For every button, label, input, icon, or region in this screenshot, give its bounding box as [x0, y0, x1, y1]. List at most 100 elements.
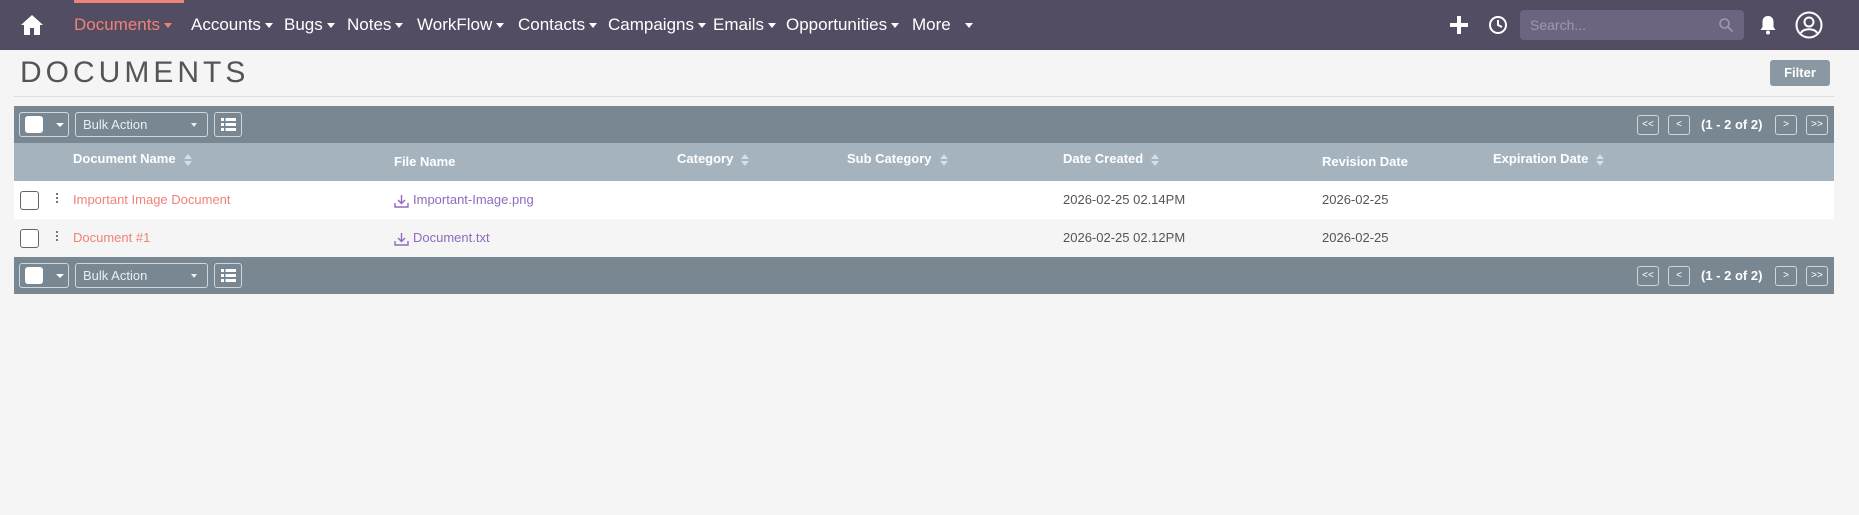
chevron-down-icon [191, 274, 197, 278]
chevron-down-icon [891, 23, 900, 29]
column-label: Document Name [73, 151, 176, 166]
history-icon[interactable] [1486, 13, 1510, 37]
date-created-cell: 2026-02-25 02.14PM [1063, 192, 1186, 207]
list-icon [221, 118, 236, 131]
filter-button[interactable]: Filter [1770, 60, 1830, 86]
search-box[interactable] [1520, 10, 1744, 40]
search-icon[interactable] [1718, 17, 1734, 33]
top-action-bar: Bulk Action << < (1 - 2 of 2) > >> [14, 106, 1834, 143]
list-icon [221, 269, 236, 282]
sort-icon[interactable] [183, 153, 192, 167]
download-icon [394, 194, 409, 208]
chevron-down-icon [589, 23, 598, 29]
last-page-button[interactable]: >> [1806, 266, 1828, 286]
nav-more[interactable]: More [912, 0, 973, 50]
column-chooser-button[interactable] [214, 112, 242, 137]
nav-notes[interactable]: Notes [347, 0, 404, 50]
chevron-down-icon [163, 23, 172, 29]
row-checkbox[interactable] [20, 191, 39, 210]
nav-accounts[interactable]: Accounts [191, 0, 273, 50]
nav-bugs[interactable]: Bugs [284, 0, 335, 50]
select-all-dropdown[interactable] [19, 263, 69, 288]
date-created-cell: 2026-02-25 02.12PM [1063, 230, 1186, 245]
search-input[interactable] [1530, 10, 1710, 40]
file-name: Document.txt [413, 230, 490, 245]
nav-emails[interactable]: Emails [713, 0, 777, 50]
nav-contacts[interactable]: Contacts [518, 0, 598, 50]
bulk-action-dropdown[interactable]: Bulk Action [75, 263, 208, 288]
column-header-sub-category[interactable]: Sub Category [847, 140, 948, 178]
user-avatar-icon[interactable] [1795, 11, 1823, 39]
chevron-down-icon [964, 23, 973, 29]
home-icon[interactable] [20, 14, 44, 36]
file-name: Important-Image.png [413, 192, 534, 207]
sort-icon[interactable] [1151, 153, 1160, 167]
next-page-button[interactable]: > [1775, 115, 1797, 135]
chevron-down-icon [698, 23, 706, 29]
nav-workflow[interactable]: WorkFlow [417, 0, 505, 50]
first-page-button[interactable]: << [1637, 266, 1659, 286]
top-navbar: Documents Accounts Bugs Notes WorkFlow C… [0, 0, 1859, 50]
row-actions-icon[interactable] [55, 193, 59, 207]
nav-contacts-label: Contacts [518, 15, 586, 34]
select-all-checkbox[interactable] [25, 267, 43, 284]
next-page-button[interactable]: > [1775, 266, 1797, 286]
pagination-count: (1 - 2 of 2) [1701, 117, 1763, 132]
column-chooser-button[interactable] [214, 263, 242, 288]
column-header-revision-date: Revision Date [1322, 143, 1408, 181]
row-checkbox[interactable] [20, 229, 39, 248]
chevron-down-icon [326, 23, 335, 29]
table-row: Important Image Document Important-Image… [14, 181, 1834, 219]
file-download-link[interactable]: Document.txt [394, 219, 490, 257]
select-all-checkbox[interactable] [25, 116, 43, 133]
column-header-expiration-date[interactable]: Expiration Date [1493, 140, 1605, 178]
document-name-link[interactable]: Important Image Document [73, 181, 231, 219]
nav-notes-label: Notes [347, 15, 392, 34]
sort-icon[interactable] [741, 153, 750, 167]
chevron-down-icon [395, 23, 404, 29]
chevron-down-icon [191, 123, 197, 127]
chevron-down-icon[interactable] [56, 274, 64, 278]
last-page-button[interactable]: >> [1806, 115, 1828, 135]
bulk-action-label: Bulk Action [83, 117, 148, 132]
select-all-dropdown[interactable] [19, 112, 69, 137]
download-icon [394, 232, 409, 246]
prev-page-button[interactable]: < [1668, 115, 1690, 135]
pagination-count: (1 - 2 of 2) [1701, 268, 1763, 283]
chevron-down-icon[interactable] [56, 123, 64, 127]
sort-icon[interactable] [1596, 153, 1605, 167]
nav-more-label: More [912, 15, 951, 34]
column-label: File Name [394, 154, 456, 169]
nav-campaigns[interactable]: Campaigns [608, 0, 706, 50]
sort-icon[interactable] [939, 153, 948, 167]
chevron-down-icon [496, 23, 505, 29]
column-label: Revision Date [1322, 154, 1408, 169]
column-header-date-created[interactable]: Date Created [1063, 140, 1160, 178]
nav-documents[interactable]: Documents [74, 0, 172, 50]
page-title: DOCUMENTS [20, 56, 250, 89]
column-header-category[interactable]: Category [677, 140, 750, 178]
file-download-link[interactable]: Important-Image.png [394, 181, 534, 219]
nav-documents-label: Documents [74, 15, 160, 34]
revision-date-cell: 2026-02-25 [1322, 192, 1389, 207]
column-label: Sub Category [847, 151, 932, 166]
bottom-action-bar: Bulk Action << < (1 - 2 of 2) > >> [14, 257, 1834, 294]
column-label: Expiration Date [1493, 151, 1589, 166]
column-label: Category [677, 151, 734, 166]
nav-opportunities[interactable]: Opportunities [786, 0, 900, 50]
chevron-down-icon [264, 23, 273, 29]
nav-emails-label: Emails [713, 15, 765, 34]
revision-date-cell: 2026-02-25 [1322, 230, 1389, 245]
nav-accounts-label: Accounts [191, 15, 261, 34]
column-header-document-name[interactable]: Document Name [73, 140, 192, 178]
prev-page-button[interactable]: < [1668, 266, 1690, 286]
divider [14, 96, 1834, 97]
plus-icon[interactable] [1447, 13, 1471, 37]
column-label: Date Created [1063, 151, 1144, 166]
bell-icon[interactable] [1756, 13, 1780, 37]
nav-campaigns-label: Campaigns [608, 15, 694, 34]
bulk-action-dropdown[interactable]: Bulk Action [75, 112, 208, 137]
first-page-button[interactable]: << [1637, 115, 1659, 135]
document-name-link[interactable]: Document #1 [73, 219, 150, 257]
row-actions-icon[interactable] [55, 231, 59, 245]
